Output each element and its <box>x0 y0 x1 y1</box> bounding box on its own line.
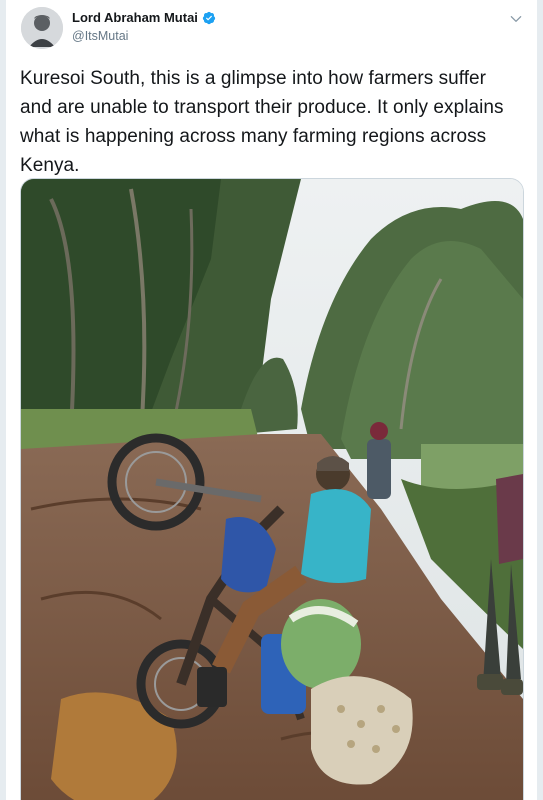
chevron-down-icon[interactable] <box>509 12 523 26</box>
author-avatar[interactable] <box>21 7 63 49</box>
author-handle[interactable]: @ItsMutai <box>72 29 128 43</box>
tweet-text: Kuresoi South, this is a glimpse into ho… <box>20 68 504 176</box>
author-display-name[interactable]: Lord Abraham Mutai <box>72 10 198 25</box>
tweet-header: Lord Abraham Mutai @ItsMutai <box>6 0 537 60</box>
avatar-image <box>21 7 63 49</box>
photo-motorbike-in-mud <box>21 179 523 800</box>
verified-badge-icon <box>202 11 216 24</box>
tweet-card[interactable]: Lord Abraham Mutai @ItsMutai Kuresoi Sou… <box>5 0 538 800</box>
tweet-photo[interactable] <box>20 178 524 800</box>
author-name-row: Lord Abraham Mutai <box>72 10 216 25</box>
